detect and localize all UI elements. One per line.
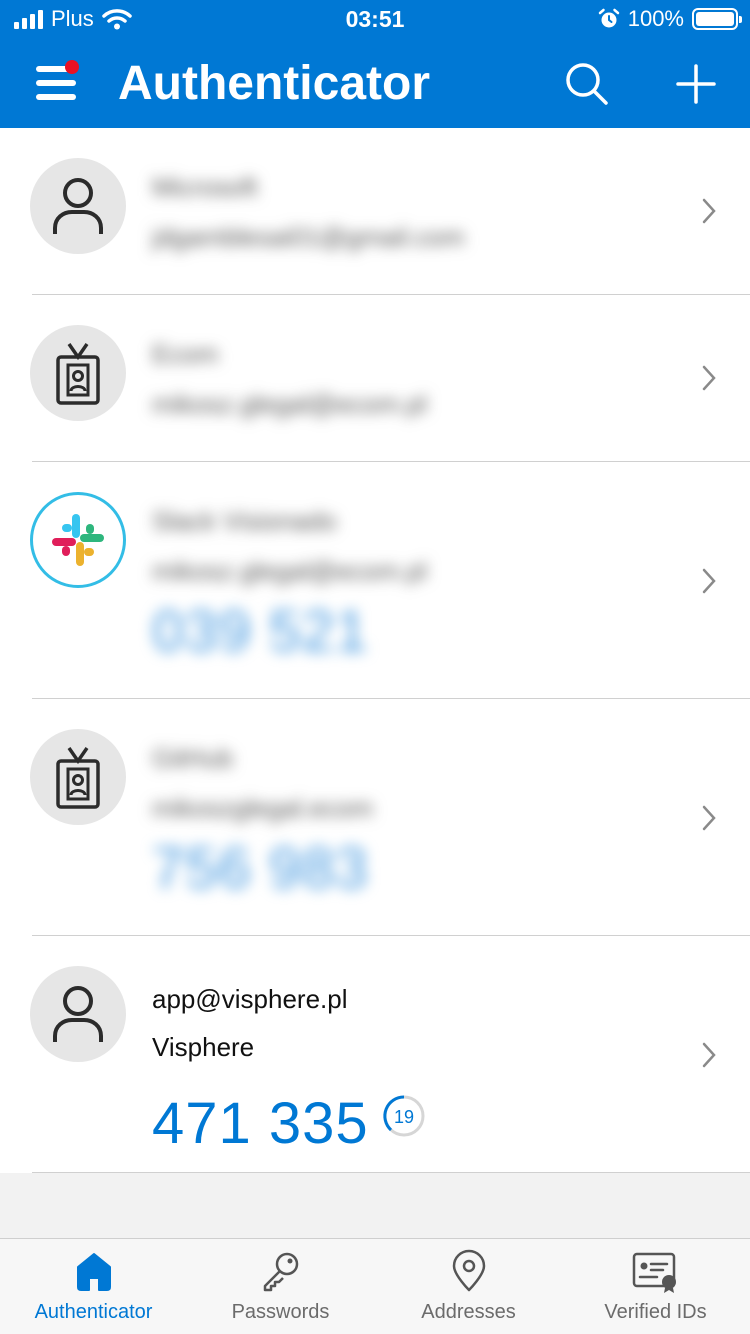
bottom-tab-bar: Authenticator Passwords Addresses Verifi… bbox=[0, 1238, 750, 1334]
tab-verified-ids[interactable]: Verified IDs bbox=[562, 1239, 749, 1334]
alarm-icon bbox=[598, 8, 619, 28]
chevron-right-icon bbox=[702, 805, 716, 831]
account-username: mikosz.glegal@ecom.pl bbox=[152, 556, 427, 586]
chevron-right-icon bbox=[702, 198, 716, 224]
add-account-button[interactable] bbox=[672, 60, 720, 108]
account-username: jdgamblesai01@gmail.com bbox=[152, 222, 465, 252]
account-row[interactable]: GitHub mikoszglegal.ecom 756 983 bbox=[30, 699, 750, 936]
account-list: Microsoft jdgamblesai01@gmail.com Ecom m… bbox=[0, 128, 750, 1173]
tab-label: Passwords bbox=[231, 1301, 330, 1323]
slack-logo-icon bbox=[52, 514, 104, 566]
account-name: app@visphere.pl bbox=[152, 984, 348, 1014]
search-icon[interactable] bbox=[562, 60, 610, 108]
account-name: Ecom bbox=[152, 339, 219, 369]
verification-code[interactable]: 039 521 bbox=[152, 598, 369, 665]
status-bar: Plus 03:51 100% bbox=[0, 0, 750, 40]
account-username: Visphere bbox=[152, 1032, 255, 1062]
account-name: GitHub bbox=[152, 743, 233, 773]
person-icon bbox=[53, 178, 103, 234]
verification-code[interactable]: 471 335 bbox=[152, 1090, 369, 1157]
tab-label: Verified IDs bbox=[604, 1301, 707, 1323]
account-row[interactable]: Slack Visionado mikosz.glegal@ecom.pl 03… bbox=[30, 462, 750, 699]
account-name: Slack Visionado bbox=[152, 506, 337, 536]
badge-icon bbox=[56, 747, 100, 809]
chevron-right-icon bbox=[702, 568, 716, 594]
app-bar: Authenticator bbox=[0, 40, 750, 128]
tab-addresses[interactable]: Addresses bbox=[375, 1239, 562, 1334]
tab-authenticator[interactable]: Authenticator bbox=[0, 1239, 187, 1334]
tab-label: Addresses bbox=[421, 1301, 516, 1323]
chevron-right-icon bbox=[702, 365, 716, 391]
tab-label: Authenticator bbox=[34, 1301, 153, 1323]
account-avatar bbox=[30, 492, 126, 588]
account-avatar bbox=[30, 325, 126, 421]
account-username: mikoszglegal.ecom bbox=[152, 793, 374, 823]
account-row[interactable]: app@visphere.pl Visphere 471 335 19 bbox=[30, 936, 750, 1173]
account-avatar bbox=[30, 158, 126, 254]
battery-percentage: 100% bbox=[627, 6, 684, 31]
account-name: Microsoft bbox=[152, 172, 258, 202]
location-pin-icon bbox=[452, 1249, 485, 1292]
badge-icon bbox=[56, 343, 100, 405]
page-title: Authenticator bbox=[118, 57, 430, 110]
battery-icon bbox=[692, 8, 742, 30]
verification-code[interactable]: 756 983 bbox=[152, 835, 369, 902]
account-username: mikosz.glegal@ecom.pl bbox=[152, 389, 427, 419]
countdown-timer: 19 bbox=[383, 1095, 425, 1137]
account-avatar bbox=[30, 966, 126, 1062]
id-card-icon bbox=[632, 1252, 676, 1293]
account-row[interactable]: Microsoft jdgamblesai01@gmail.com bbox=[30, 128, 750, 295]
timer-seconds: 19 bbox=[394, 1107, 414, 1127]
notification-dot bbox=[65, 60, 79, 74]
account-avatar bbox=[30, 729, 126, 825]
home-icon bbox=[76, 1253, 111, 1291]
tab-passwords[interactable]: Passwords bbox=[187, 1239, 374, 1334]
key-icon bbox=[263, 1252, 298, 1292]
menu-button[interactable] bbox=[36, 60, 80, 106]
account-row[interactable]: Ecom mikosz.glegal@ecom.pl bbox=[30, 295, 750, 462]
chevron-right-icon bbox=[702, 1042, 716, 1068]
person-icon bbox=[53, 986, 103, 1042]
